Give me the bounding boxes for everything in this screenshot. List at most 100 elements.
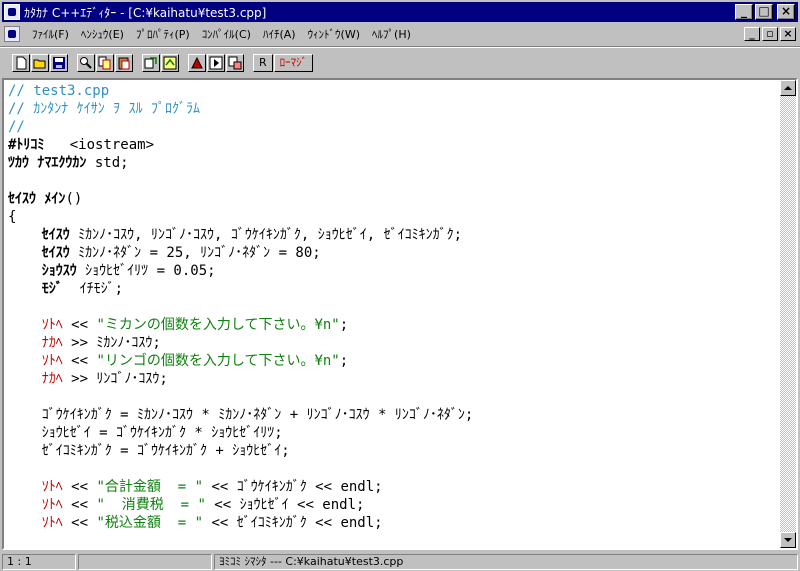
code-line[interactable] <box>8 460 778 478</box>
code-token: << <box>62 479 97 495</box>
code-token: << <box>62 353 97 369</box>
copy-icon[interactable] <box>96 54 114 72</box>
r-button[interactable]: R <box>253 54 273 72</box>
code-line[interactable]: ﾂｶｳ ﾅﾏｴｸｳｶﾝ std; <box>8 154 778 172</box>
compile-icon[interactable] <box>188 54 206 72</box>
code-token: ﾓｼﾞ <box>41 281 63 297</box>
code-token: ｼｮｳｽｳ <box>41 263 77 279</box>
code-token: #ﾄﾘｺﾐ <box>8 137 45 153</box>
code-line[interactable]: ｿﾄﾍ << "合計金額 = " << ｺﾞｳｹｲｷﾝｶﾞｸ << endl; <box>8 478 778 496</box>
code-line[interactable]: ｿﾄﾍ << "リンゴの個数を入力して下さい。¥n"; <box>8 352 778 370</box>
menu-window[interactable]: ｳｨﾝﾄﾞｳ(W) <box>302 26 366 42</box>
code-line[interactable]: ｾﾞｲｺﾐｷﾝｶﾞｸ = ｺﾞｳｹｲｷﾝｶﾞｸ + ｼｮｳﾋｾﾞｲ; <box>8 442 778 460</box>
code-token: ﾐｶﾝﾉ･ﾈﾀﾞﾝ = 25, ﾘﾝｺﾞﾉ･ﾈﾀﾞﾝ = 80; <box>69 245 321 261</box>
code-token: ｿﾄﾍ <box>41 353 63 369</box>
menu-property[interactable]: ﾌﾟﾛﾊﾟﾃｨ(P) <box>130 26 196 42</box>
code-line[interactable]: ｾｲｽｳ ﾐｶﾝﾉ･ｺｽｳ, ﾘﾝｺﾞﾉ･ｺｽｳ, ｺﾞｳｹｲｷﾝｶﾞｸ, ｼｮ… <box>8 226 778 244</box>
code-line[interactable]: ｾｲｽｳ ﾒｲﾝ() <box>8 190 778 208</box>
mdi-restore-button[interactable]: ▫ <box>762 27 778 41</box>
status-message: ﾖﾐｺﾐ ｼﾏｼﾀ --- C:¥kaihatu¥test3.cpp <box>214 553 798 570</box>
maximize-button[interactable]: □ <box>755 4 773 20</box>
code-token: ｿﾄﾍ <box>41 479 63 495</box>
code-token: <iostream> <box>44 137 155 153</box>
scroll-up-arrow-icon[interactable] <box>780 80 796 96</box>
code-token: std; <box>86 155 129 171</box>
code-line[interactable]: #ﾄﾘｺﾐ <iostream> <box>8 136 778 154</box>
code-token: ｼｮｳﾋｾﾞｲﾘﾂ = 0.05; <box>76 263 216 279</box>
menu-layout[interactable]: ﾊｲﾁ(A) <box>257 26 302 42</box>
code-token: << <box>62 497 97 513</box>
code-line[interactable]: ｼｮｳｽｳ ｼｮｳﾋｾﾞｲﾘﾂ = 0.05; <box>8 262 778 280</box>
code-line[interactable]: // <box>8 118 778 136</box>
code-line[interactable]: ﾅｶﾍ >> ﾘﾝｺﾞﾉ･ｺｽｳ; <box>8 370 778 388</box>
code-line[interactable]: ｿﾄﾍ << " 消費税 = " << ｼｮｳﾋｾﾞｲ << endl; <box>8 496 778 514</box>
debug-icon[interactable] <box>226 54 244 72</box>
open-folder-icon[interactable] <box>31 54 49 72</box>
code-line[interactable]: ﾓｼﾞ ｲﾁﾓｼﾞ; <box>8 280 778 298</box>
code-line[interactable]: ｿﾄﾍ << "ミカンの個数を入力して下さい。¥n"; <box>8 316 778 334</box>
menu-separator <box>0 46 800 48</box>
code-token: ﾐｶﾝﾉ･ｺｽｳ, ﾘﾝｺﾞﾉ･ｺｽｳ, ｺﾞｳｹｲｷﾝｶﾞｸ, ｼｮｳﾋｾﾞｲ… <box>69 227 463 243</box>
code-token: ; <box>339 317 349 333</box>
code-line[interactable]: ｿﾄﾍ << "税込金額 = " << ｾﾞｲｺﾐｷﾝｶﾞｸ << endl; <box>8 514 778 532</box>
mdi-minimize-button[interactable]: _ <box>744 27 760 41</box>
code-line[interactable]: { <box>8 208 778 226</box>
code-token: "税込金額 = " <box>96 515 204 531</box>
code-token: << ｺﾞｳｹｲｷﾝｶﾞｸ << endl; <box>203 479 383 495</box>
code-line[interactable] <box>8 298 778 316</box>
jump-icon[interactable] <box>161 54 179 72</box>
code-token: ｾｲｽｳ <box>41 245 70 261</box>
save-disk-icon[interactable] <box>50 54 68 72</box>
menu-edit[interactable]: ﾍﾝｼｭｳ(E) <box>75 26 130 42</box>
editor-area[interactable]: // test3.cpp // ｶﾝﾀﾝﾅ ｹｲｻﾝ ｦ ｽﾙ ﾌﾟﾛｸﾞﾗﾑ //… <box>2 78 798 550</box>
code-token: "ミカンの個数を入力して下さい。¥n" <box>96 317 340 333</box>
document-icon[interactable] <box>4 26 20 42</box>
code-line[interactable]: ｾｲｽｳ ﾐｶﾝﾉ･ﾈﾀﾞﾝ = 25, ﾘﾝｺﾞﾉ･ﾈﾀﾞﾝ = 80; <box>8 244 778 262</box>
code-line[interactable]: // test3.cpp <box>8 82 778 100</box>
romaji-button[interactable]: ﾛｰﾏｼﾞ <box>273 54 314 72</box>
vertical-scrollbar[interactable] <box>780 80 796 548</box>
code-token: ｼｮｳﾋｾﾞｲ = ｺﾞｳｹｲｷﾝｶﾞｸ * ｼｮｳﾋｾﾞｲﾘﾂ; <box>8 425 283 441</box>
status-bar: 1 : 1 ﾖﾐｺﾐ ｼﾏｼﾀ --- C:¥kaihatu¥test3.cpp <box>0 552 800 571</box>
mdi-close-button[interactable]: × <box>780 27 796 41</box>
code-line[interactable]: ﾅｶﾍ >> ﾐｶﾝﾉ･ｺｽｳ; <box>8 334 778 352</box>
scroll-down-arrow-icon[interactable] <box>780 532 796 548</box>
code-token: ｿﾄﾍ <box>41 497 63 513</box>
code-token: { <box>8 209 17 225</box>
code-token: << ｾﾞｲｺﾐｷﾝｶﾞｸ << endl; <box>203 515 383 531</box>
minimize-button[interactable]: _ <box>735 4 753 20</box>
code-text[interactable]: // test3.cpp // ｶﾝﾀﾝﾅ ｹｲｻﾝ ｦ ｽﾙ ﾌﾟﾛｸﾞﾗﾑ //… <box>8 82 778 544</box>
scroll-track[interactable] <box>780 96 796 532</box>
code-token: // ｶﾝﾀﾝﾅ ｹｲｻﾝ ｦ ｽﾙ ﾌﾟﾛｸﾞﾗﾑ <box>8 101 201 117</box>
title-bar[interactable]: ｶﾀｶﾅ C++ｴﾃﾞｨﾀｰ - [C:¥kaihatu¥test3.cpp] … <box>2 2 798 22</box>
code-token: ﾂｶｳ ﾅﾏｴｸｳｶﾝ <box>8 155 87 171</box>
menu-compile[interactable]: ｺﾝﾊﾟｲﾙ(C) <box>196 26 257 42</box>
code-token: "合計金額 = " <box>96 479 204 495</box>
code-line[interactable]: ｺﾞｳｹｲｷﾝｶﾞｸ = ﾐｶﾝﾉ･ｺｽｳ * ﾐｶﾝﾉ･ﾈﾀﾞﾝ + ﾘﾝｺﾞ… <box>8 406 778 424</box>
status-cursor-position: 1 : 1 <box>2 553 76 570</box>
code-token: ; <box>339 353 349 369</box>
close-button[interactable]: × <box>777 4 795 20</box>
toolbar: R ﾛｰﾏｼﾞ <box>2 50 798 76</box>
menu-file[interactable]: ﾌｧｲﾙ(F) <box>26 26 75 42</box>
replace-icon[interactable] <box>142 54 160 72</box>
code-line[interactable] <box>8 172 778 190</box>
code-token: ｲﾁﾓｼﾞ; <box>62 281 124 297</box>
app-icon[interactable] <box>4 4 20 20</box>
code-token: // <box>8 119 25 135</box>
run-icon[interactable] <box>207 54 225 72</box>
menu-help[interactable]: ﾍﾙﾌﾟ(H) <box>366 26 417 42</box>
find-icon[interactable] <box>77 54 95 72</box>
paste-icon[interactable] <box>115 54 133 72</box>
code-line[interactable] <box>8 388 778 406</box>
new-file-icon[interactable] <box>12 54 30 72</box>
code-token: >> ﾐｶﾝﾉ･ｺｽｳ; <box>62 335 161 351</box>
code-line[interactable]: ｼｮｳﾋｾﾞｲ = ｺﾞｳｹｲｷﾝｶﾞｸ * ｼｮｳﾋｾﾞｲﾘﾂ; <box>8 424 778 442</box>
code-line[interactable]: // ｶﾝﾀﾝﾅ ｹｲｻﾝ ｦ ｽﾙ ﾌﾟﾛｸﾞﾗﾑ <box>8 100 778 118</box>
code-token: << <box>62 317 97 333</box>
